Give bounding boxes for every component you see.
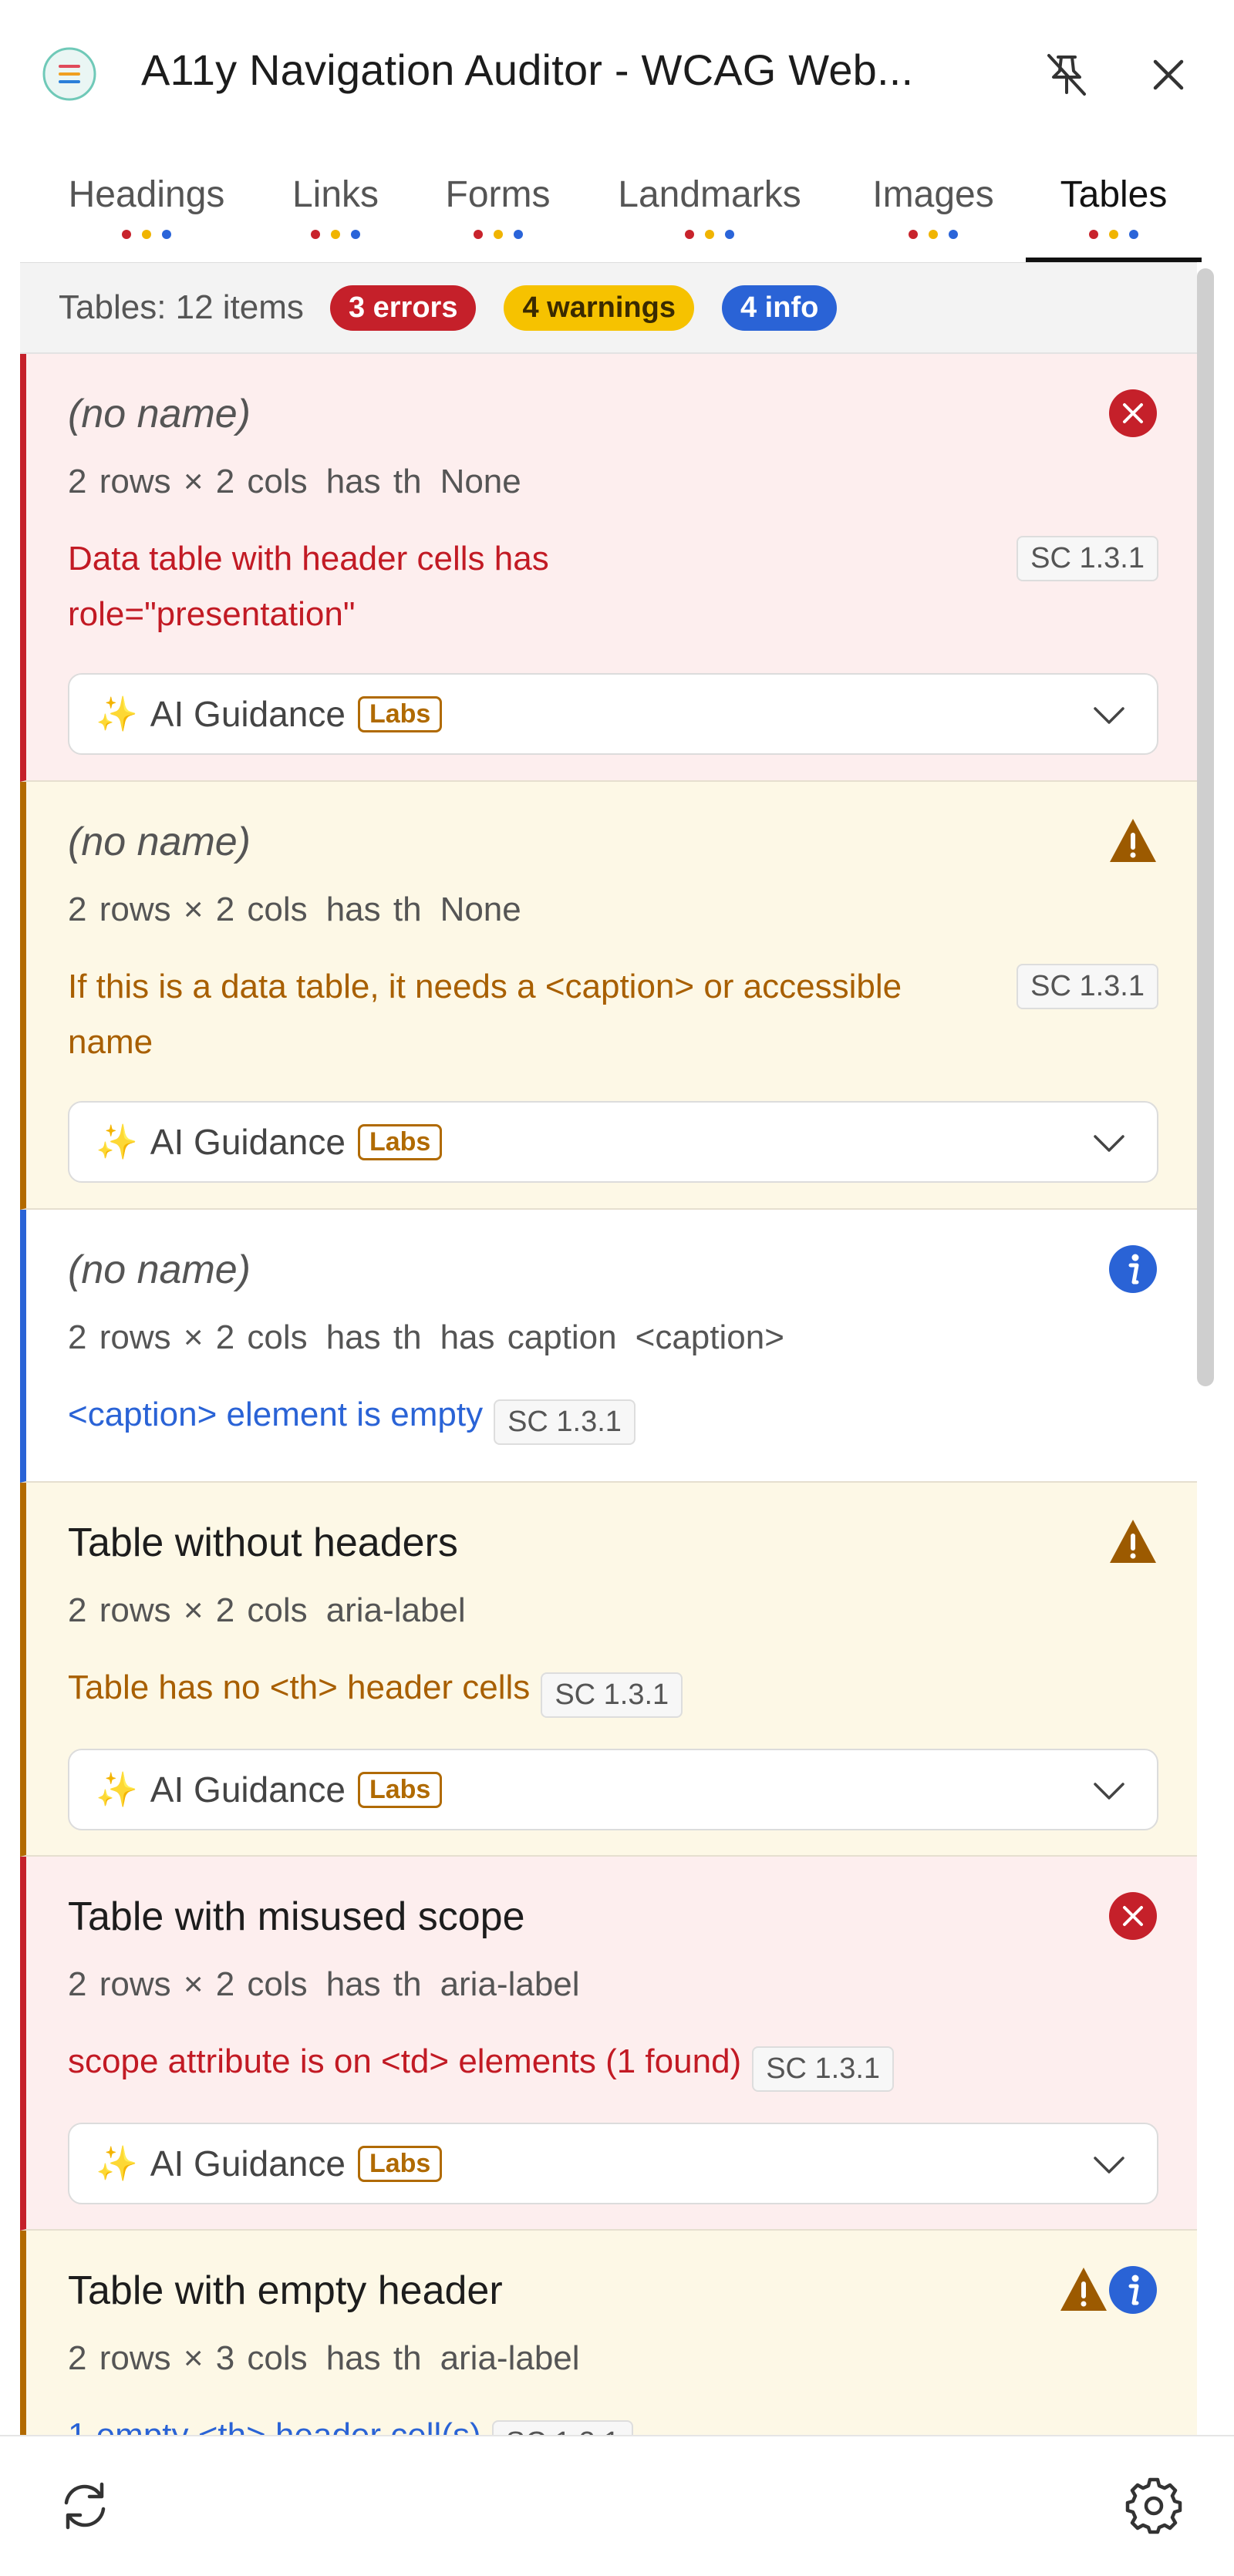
error-icon bbox=[1109, 1892, 1157, 1940]
menu-lines-circle-icon bbox=[42, 47, 96, 101]
sc-badge: SC 1.3.1 bbox=[1017, 964, 1158, 1009]
issue-message: scope attribute is on <td> elements (1 f… bbox=[68, 2042, 742, 2080]
severity-dots bbox=[46, 230, 247, 239]
severity-dots bbox=[423, 230, 573, 239]
scrollbar-thumb[interactable] bbox=[1197, 268, 1214, 1386]
chevron-down-icon bbox=[1094, 1783, 1124, 1800]
card-meta: 2 rows × 2 cols has th None bbox=[68, 891, 521, 928]
warning-icon bbox=[1060, 2268, 1107, 2311]
issue-row: If this is a data table, it needs a <cap… bbox=[68, 959, 1197, 1070]
summary-bar: Tables: 12 items 3 errors 4 warnings 4 i… bbox=[20, 263, 1197, 354]
chevron-down-icon bbox=[1094, 707, 1124, 724]
tab-landmarks[interactable]: Landmarks bbox=[602, 158, 818, 262]
sparkle-icon: ✨ bbox=[96, 1771, 138, 1810]
tab-images[interactable]: Images bbox=[848, 158, 1018, 262]
tab-bar: Headings Links Forms Landmarks Images Ta… bbox=[0, 158, 1234, 262]
tab-label: Headings bbox=[68, 174, 225, 215]
gear-icon[interactable] bbox=[1124, 2477, 1183, 2535]
ai-guidance-label: AI Guidance bbox=[150, 1122, 346, 1162]
tab-tables[interactable]: Tables bbox=[1026, 158, 1202, 262]
warning-icon bbox=[1110, 819, 1156, 862]
table-result-card[interactable]: (no name) 2 rows × 2 cols has th has capti… bbox=[20, 1210, 1197, 1483]
close-icon[interactable] bbox=[1141, 48, 1195, 102]
issue-row: 1 empty <th> header cell(s) SC 1.3.1 bbox=[68, 2408, 1197, 2435]
chevron-down-icon bbox=[1094, 1135, 1124, 1152]
card-meta: 2 rows × 2 cols has th None bbox=[68, 463, 521, 500]
issue-message: <caption> element is empty bbox=[68, 1396, 484, 1433]
card-meta: 2 rows × 2 cols has th aria-label bbox=[68, 1965, 580, 2003]
table-result-card[interactable]: (no name) 2 rows × 2 cols has th None If t… bbox=[20, 782, 1197, 1210]
info-icon bbox=[1109, 2266, 1157, 2314]
card-meta: 2 rows × 3 cols has th aria-label bbox=[68, 2339, 580, 2377]
issue-message: If this is a data table, it needs a <cap… bbox=[68, 968, 902, 1061]
tab-headings[interactable]: Headings bbox=[46, 158, 247, 262]
bottom-toolbar bbox=[0, 2435, 1234, 2576]
sc-badge: SC 1.3.1 bbox=[752, 2046, 895, 2093]
table-result-card[interactable]: Table without headers 2 rows × 2 cols ari… bbox=[20, 1483, 1197, 1857]
errors-badge[interactable]: 3 errors bbox=[329, 285, 477, 331]
issue-message: 1 empty <th> header cell(s) bbox=[68, 2416, 481, 2435]
ai-guidance-label: AI Guidance bbox=[150, 2143, 346, 2184]
window-title: A11y Navigation Auditor - WCAG Web... bbox=[141, 45, 914, 94]
tab-label: Images bbox=[872, 174, 994, 215]
chevron-down-icon bbox=[1094, 2157, 1124, 2174]
tab-links[interactable]: Links bbox=[266, 158, 405, 262]
card-title: (no name) bbox=[68, 820, 251, 864]
tab-label: Landmarks bbox=[618, 174, 801, 215]
ai-guidance-toggle[interactable]: ✨ AI Guidance Labs bbox=[68, 1101, 1158, 1183]
card-meta: 2 rows × 2 cols aria-label bbox=[68, 1591, 466, 1629]
labs-badge: Labs bbox=[357, 695, 443, 732]
issue-row: Table has no <th> header cells SC 1.3.1 bbox=[68, 1660, 1197, 1719]
title-bar: A11y Navigation Auditor - WCAG Web... bbox=[0, 0, 1234, 146]
results-panel: Tables: 12 items 3 errors 4 warnings 4 i… bbox=[20, 262, 1197, 2435]
table-result-card[interactable]: Table with misused scope 2 rows × 2 cols… bbox=[20, 1857, 1197, 2231]
card-title: Table with empty header bbox=[68, 2268, 503, 2313]
labs-badge: Labs bbox=[357, 1771, 443, 1808]
severity-dots bbox=[602, 230, 818, 239]
sparkle-icon: ✨ bbox=[96, 1123, 138, 1161]
severity-dots bbox=[1026, 230, 1202, 239]
tab-label: Tables bbox=[1060, 174, 1168, 215]
issue-row: <caption> element is empty SC 1.3.1 bbox=[68, 1387, 1197, 1446]
table-result-card[interactable]: Table with empty header 2 rows × 3 cols h… bbox=[20, 2231, 1197, 2435]
sc-badge: SC 1.3.1 bbox=[494, 1399, 636, 1446]
ai-guidance-toggle[interactable]: ✨ AI Guidance Labs bbox=[68, 2123, 1158, 2205]
card-meta: 2 rows × 2 cols has th has caption <caption… bbox=[68, 1318, 784, 1356]
sparkle-icon: ✨ bbox=[96, 695, 138, 733]
card-title: Table with misused scope bbox=[68, 1894, 525, 1939]
labs-badge: Labs bbox=[357, 2145, 443, 2182]
card-title: (no name) bbox=[68, 1248, 251, 1292]
card-title: (no name) bbox=[68, 392, 251, 436]
warning-icon bbox=[1110, 1520, 1156, 1563]
ai-guidance-toggle[interactable]: ✨ AI Guidance Labs bbox=[68, 673, 1158, 755]
issue-row: Data table with header cells has role="p… bbox=[68, 531, 1197, 642]
ai-guidance-label: AI Guidance bbox=[150, 1770, 346, 1810]
info-badge[interactable]: 4 info bbox=[721, 285, 838, 331]
ai-guidance-toggle[interactable]: ✨ AI Guidance Labs bbox=[68, 1749, 1158, 1831]
labs-badge: Labs bbox=[357, 1123, 443, 1160]
severity-dots bbox=[848, 230, 1018, 239]
summary-count: Tables: 12 items bbox=[59, 288, 304, 326]
sparkle-icon: ✨ bbox=[96, 2145, 138, 2184]
table-result-card[interactable]: (no name) 2 rows × 2 cols has th None Data… bbox=[20, 354, 1197, 782]
sc-badge: SC 1.3.1 bbox=[491, 2420, 634, 2435]
error-icon bbox=[1109, 389, 1157, 437]
tab-forms[interactable]: Forms bbox=[423, 158, 573, 262]
severity-dots bbox=[266, 230, 405, 239]
issue-message: Data table with header cells has role="p… bbox=[68, 540, 549, 633]
ai-guidance-label: AI Guidance bbox=[150, 694, 346, 734]
issue-message: Table has no <th> header cells bbox=[68, 1669, 531, 1706]
refresh-icon[interactable] bbox=[56, 2477, 114, 2535]
info-icon bbox=[1109, 1245, 1157, 1293]
card-title: Table without headers bbox=[68, 1520, 458, 1565]
tab-label: Links bbox=[292, 174, 379, 215]
sc-badge: SC 1.3.1 bbox=[1017, 536, 1158, 581]
sc-badge: SC 1.3.1 bbox=[541, 1672, 683, 1719]
unpin-icon[interactable] bbox=[1040, 48, 1094, 102]
warnings-badge[interactable]: 4 warnings bbox=[504, 285, 694, 331]
issue-row: scope attribute is on <td> elements (1 f… bbox=[68, 2034, 1197, 2093]
tab-label: Forms bbox=[445, 174, 551, 215]
